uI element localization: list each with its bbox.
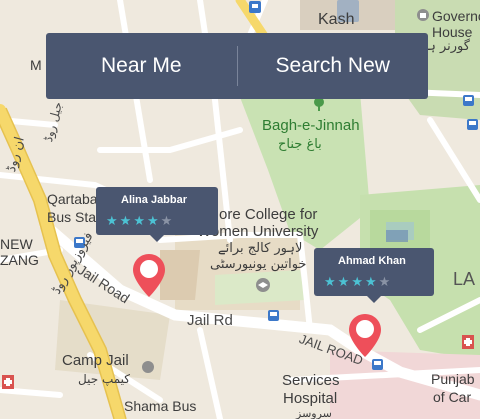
map-label-jail-rd: Jail Rd	[187, 312, 233, 329]
map-label-shama-bus: Shama Bus	[124, 398, 197, 414]
map-label-services-hospital-1: Services	[282, 372, 340, 389]
star-icon: ★	[378, 274, 393, 289]
star-icon: ★	[351, 274, 365, 289]
action-bar: Near Me Search New	[46, 33, 428, 99]
star-icon: ★	[146, 213, 161, 228]
bus-stop-icon	[467, 119, 478, 130]
map-label-governor-house: Governor House	[432, 8, 480, 40]
hospital-icon	[462, 335, 474, 349]
map-label-punjab-2: of Car	[433, 389, 472, 405]
map-label-lahore-college-urdu-1: لاہور کالج برائے	[218, 241, 303, 256]
map-label-bagh-e-jinnah-urdu: باغ جناح	[278, 137, 322, 152]
map-label-la: LA	[453, 269, 476, 289]
map-label-camp-jail-urdu: کیمپ جیل	[78, 372, 130, 386]
map-label-lahore-college-urdu-2: خواتین یونیورسٹی	[210, 257, 307, 272]
map-label-m: M	[30, 57, 42, 73]
marker-name: Alina Jabbar	[121, 194, 188, 206]
star-rating: ★★★★★	[106, 213, 174, 228]
mosque-icon	[386, 230, 408, 242]
landmark-icon	[142, 361, 154, 373]
star-icon: ★	[364, 274, 379, 289]
near-me-button[interactable]: Near Me	[46, 33, 237, 99]
map-label-kashmir: Kash	[318, 11, 355, 28]
map-label-camp-jail: Camp Jail	[62, 352, 129, 369]
search-new-button[interactable]: Search New	[238, 33, 429, 99]
star-icon: ★	[337, 274, 352, 289]
school-icon	[256, 278, 270, 292]
marker-info-card[interactable]: Ahmad Khan ★★★★★	[314, 248, 434, 303]
map-pin-icon[interactable]	[132, 253, 166, 299]
museum-icon	[417, 9, 429, 21]
map-label-services-urdu: سروسز	[296, 407, 332, 419]
star-icon: ★	[106, 213, 120, 228]
bus-stop-icon	[372, 359, 383, 370]
bus-stop-icon	[463, 95, 474, 106]
star-icon: ★	[324, 274, 338, 289]
map-label-new-mozang: NEW ZANG	[0, 236, 39, 268]
bus-stop-icon	[268, 310, 279, 321]
star-rating: ★★★★★	[324, 274, 392, 289]
star-icon: ★	[133, 213, 147, 228]
map-label-services-hospital-2: Hospital	[283, 390, 338, 407]
map-pin-icon[interactable]	[348, 313, 382, 359]
star-icon: ★	[119, 213, 134, 228]
map-label-bagh-e-jinnah: Bagh-e-Jinnah	[262, 117, 360, 134]
marker-name: Ahmad Khan	[338, 255, 406, 267]
map-label-punjab-1: Punjab	[431, 371, 475, 387]
marker-info-card[interactable]: Alina Jabbar ★★★★★	[96, 187, 218, 242]
hospital-icon	[2, 375, 14, 389]
bus-stop-icon	[249, 1, 261, 13]
star-icon: ★	[160, 213, 175, 228]
